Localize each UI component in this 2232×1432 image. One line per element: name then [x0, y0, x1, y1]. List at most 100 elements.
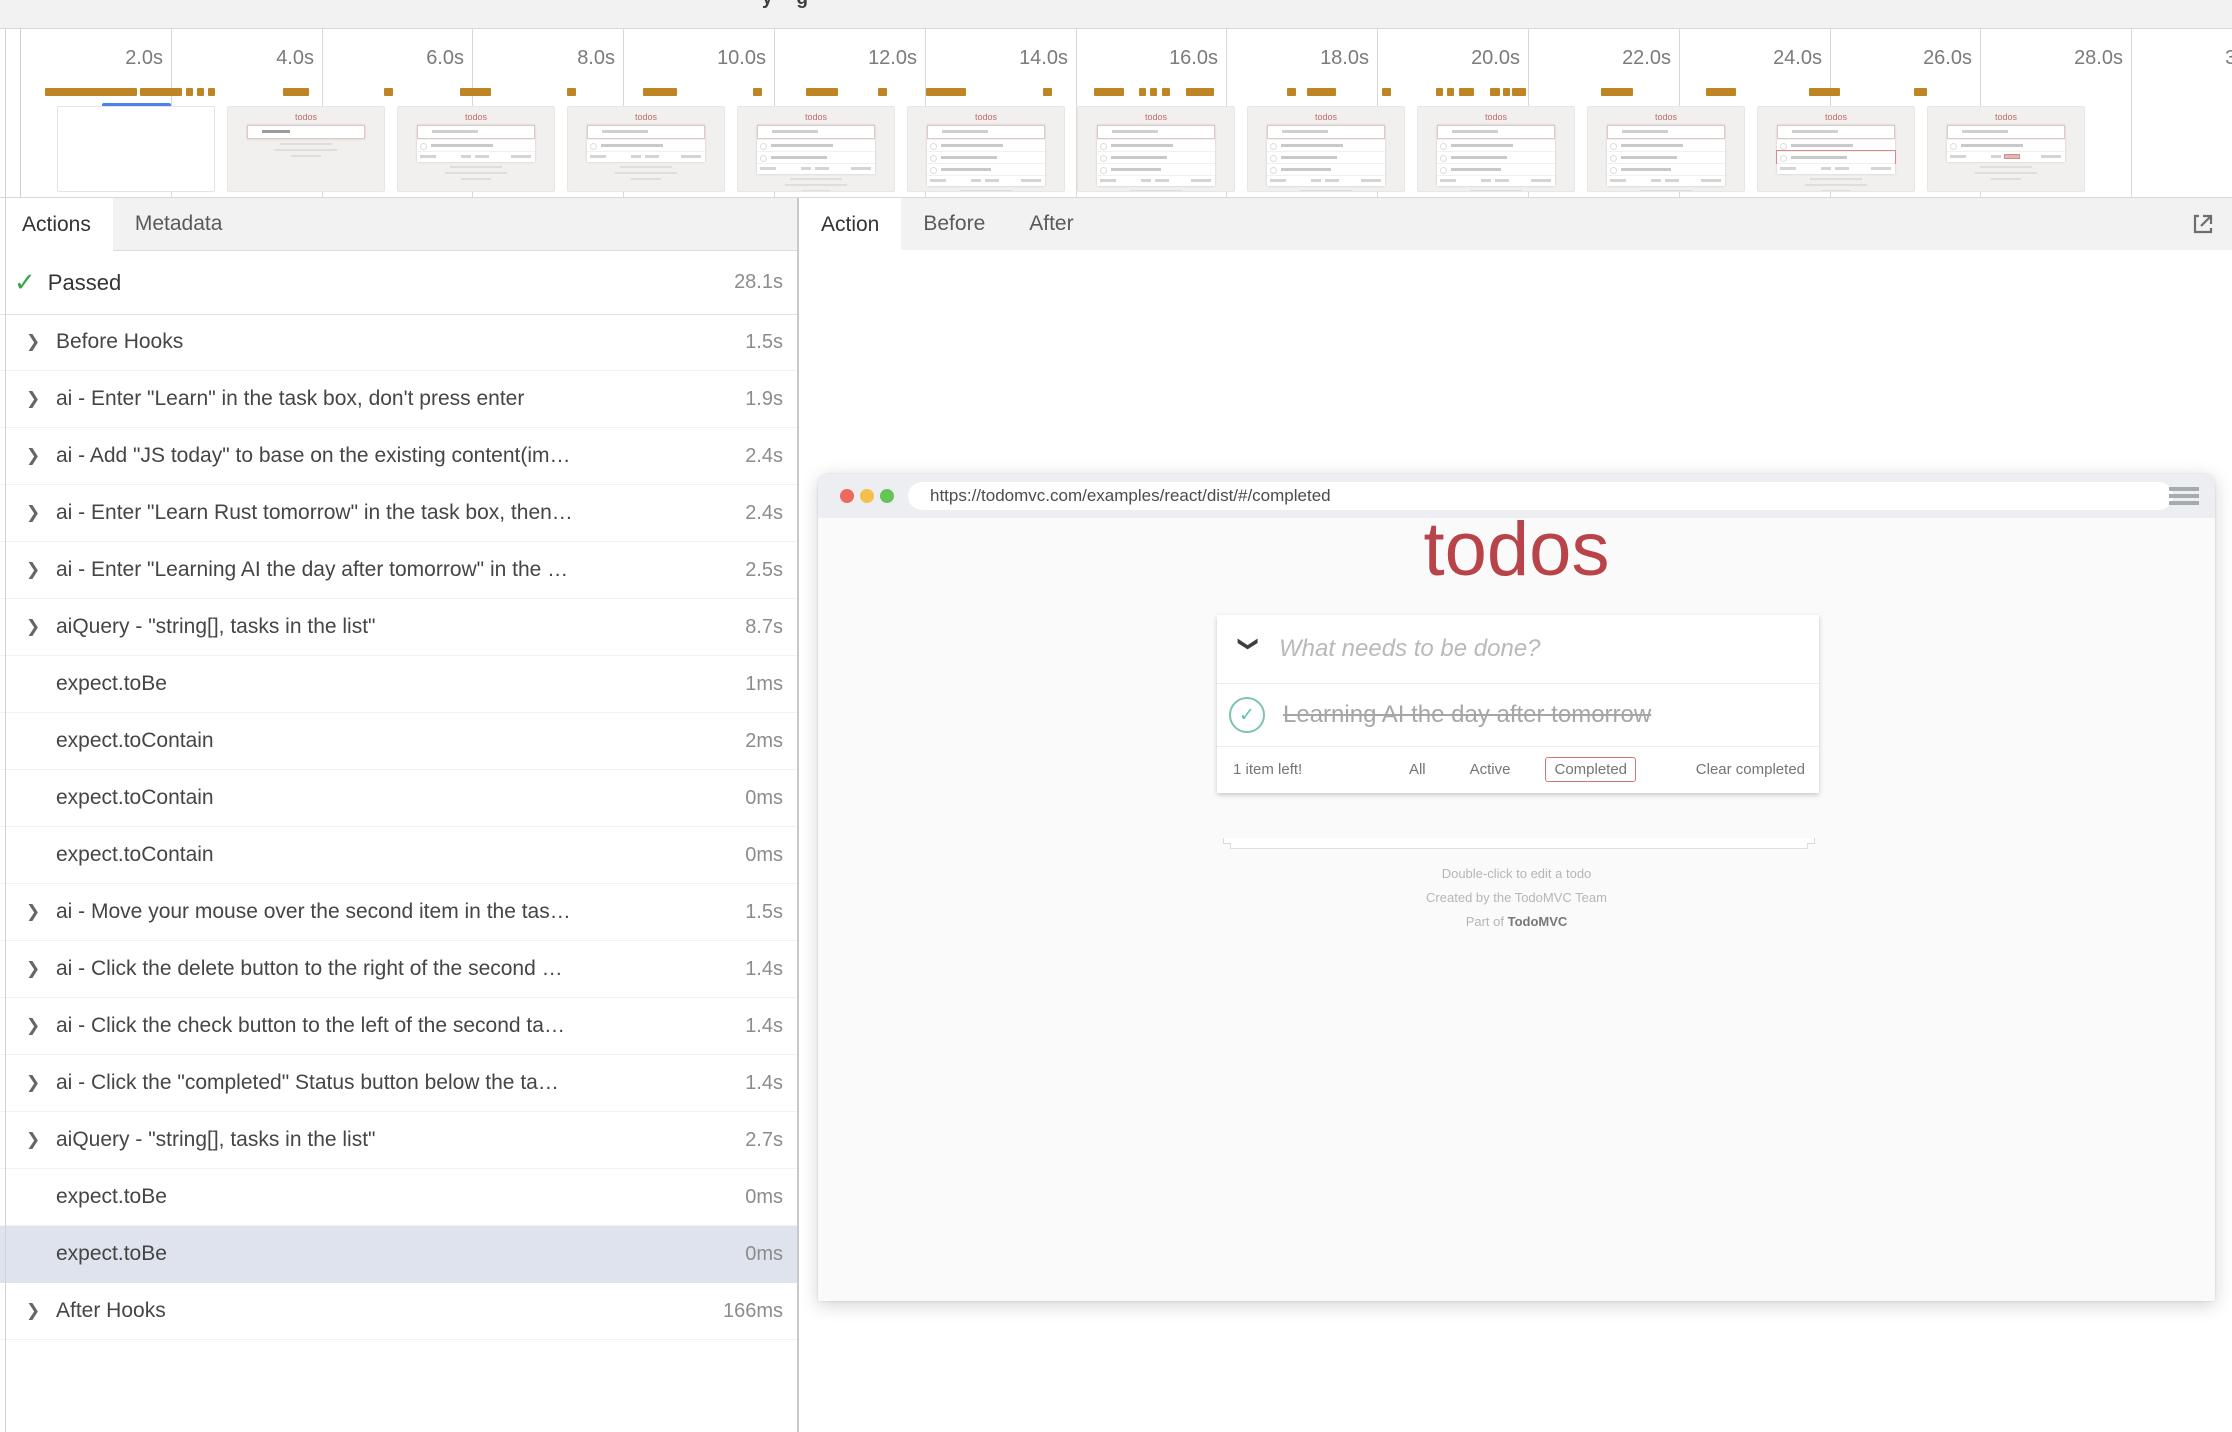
action-label: ai - Move your mouse over the second ite… [56, 900, 737, 924]
filter-completed[interactable]: Completed [1545, 757, 1636, 782]
action-row[interactable]: expect.toBe1ms [0, 656, 797, 713]
action-row[interactable]: ❯Before Hooks1.5s [0, 314, 797, 371]
thumbnail-todos-title: todos [908, 112, 1064, 122]
action-duration: 0ms [737, 1186, 797, 1209]
action-row[interactable]: expect.toContain2ms [0, 713, 797, 770]
action-duration: 1.4s [737, 958, 797, 981]
todo-footer: 1 item left! AllActiveCompleted Clear co… [1217, 747, 1819, 793]
thumbnail-page-footer-line [1821, 190, 1851, 192]
filmstrip-thumbnail[interactable]: todos [1417, 106, 1575, 192]
action-row[interactable]: ❯ai - Add "JS today" to base on the exis… [0, 428, 797, 485]
action-row[interactable]: ❯aiQuery - "string[], tasks in the list"… [0, 599, 797, 656]
expand-chevron-icon[interactable]: ❯ [26, 446, 56, 466]
menu-icon[interactable] [2169, 487, 2199, 508]
passed-check-icon: ✓ [14, 267, 36, 298]
filmstrip-thumbnail[interactable]: todos [1757, 106, 1915, 192]
filmstrip-thumbnail[interactable]: todos [1587, 106, 1745, 192]
thumbnail-todo-text [1281, 168, 1331, 171]
tab-action[interactable]: Action [799, 198, 901, 251]
action-label: expect.toContain [56, 843, 737, 867]
timeline-activity-mark [283, 88, 309, 96]
tab-after[interactable]: After [1007, 198, 1095, 250]
thumbnail-todo-row [757, 139, 875, 151]
action-label: After Hooks [56, 1299, 715, 1323]
filmstrip-thumbnail[interactable] [57, 106, 215, 192]
thumbnail-input [1947, 125, 2065, 139]
action-duration: 8.7s [737, 616, 797, 639]
thumbnail-page-footer-line [291, 155, 321, 157]
filmstrip-thumbnail[interactable]: todos [1927, 106, 2085, 192]
thumbnail-app-card [757, 125, 875, 174]
action-row[interactable]: ❯aiQuery - "string[], tasks in the list"… [0, 1112, 797, 1169]
tab-before[interactable]: Before [901, 198, 1007, 250]
thumbnail-app-card [1097, 125, 1215, 186]
card-stack-edge [1230, 843, 1808, 849]
thumbnail-page-footer-line [960, 190, 1012, 192]
expand-chevron-icon[interactable]: ❯ [26, 1073, 56, 1093]
tab-metadata[interactable]: Metadata [113, 198, 245, 250]
action-row[interactable]: ❯After Hooks166ms [0, 1283, 797, 1340]
thumbnail-app-card [1607, 125, 1725, 186]
thumbnail-app-card [1267, 125, 1385, 186]
action-label: ai - Click the "completed" Status button… [56, 1071, 737, 1095]
thumbnail-input-text [1792, 130, 1838, 133]
expand-chevron-icon[interactable]: ❯ [26, 1301, 56, 1321]
filter-all[interactable]: All [1400, 757, 1435, 782]
open-snapshot-external-icon[interactable] [2188, 209, 2218, 239]
filter-active[interactable]: Active [1461, 757, 1520, 782]
thumbnail-todo-check [1440, 167, 1447, 174]
thumbnail-todos-title: todos [228, 112, 384, 122]
thumbnail-todos-title: todos [568, 112, 724, 122]
action-row[interactable]: expect.toContain0ms [0, 827, 797, 884]
action-row[interactable]: ❯ai - Enter "Learn Rust tomorrow" in the… [0, 485, 797, 542]
timeline[interactable]: 2.0s4.0s6.0s8.0s10.0s12.0s14.0s16.0s18.0… [0, 29, 2232, 198]
todo-completed-check-icon[interactable]: ✓ [1229, 697, 1265, 733]
action-row[interactable]: expect.toBe0ms [0, 1226, 797, 1283]
action-duration: 0ms [737, 844, 797, 867]
thumbnail-page-footer-line [1810, 178, 1862, 180]
action-label: ai - Click the delete button to the righ… [56, 957, 737, 981]
timeline-activity-mark [1186, 88, 1214, 96]
action-label: aiQuery - "string[], tasks in the list" [56, 1128, 737, 1152]
filmstrip-thumbnail[interactable]: todos [1247, 106, 1405, 192]
action-row[interactable]: ❯ai - Enter "Learning AI the day after t… [0, 542, 797, 599]
action-row[interactable]: expect.toBe0ms [0, 1169, 797, 1226]
expand-chevron-icon[interactable]: ❯ [26, 560, 56, 580]
filmstrip-thumbnail[interactable]: todos [397, 106, 555, 192]
tab-actions[interactable]: Actions [0, 198, 113, 251]
timeline-activity-mark [140, 88, 182, 96]
timeline-tick-label: 6.0s [304, 47, 464, 70]
expand-chevron-icon[interactable]: ❯ [26, 1130, 56, 1150]
thumbnail-input [1097, 125, 1215, 139]
action-label: ai - Click the check button to the left … [56, 1014, 737, 1038]
filmstrip-thumbnail[interactable]: todos [567, 106, 725, 192]
timeline-activity-mark [753, 88, 762, 96]
action-row[interactable]: ❯ai - Click the "completed" Status butto… [0, 1055, 797, 1112]
action-row[interactable]: expect.toContain0ms [0, 770, 797, 827]
expand-chevron-icon[interactable]: ❯ [26, 959, 56, 979]
action-row[interactable]: ❯ai - Move your mouse over the second it… [0, 884, 797, 941]
new-todo-input[interactable]: What needs to be done? [1279, 635, 1541, 663]
expand-chevron-icon[interactable]: ❯ [26, 617, 56, 637]
expand-chevron-icon[interactable]: ❯ [26, 902, 56, 922]
thumbnail-todo-check [590, 143, 597, 150]
filmstrip-thumbnail[interactable]: todos [907, 106, 1065, 192]
action-row[interactable]: ❯ai - Click the delete button to the rig… [0, 941, 797, 998]
clear-completed-button[interactable]: Clear completed [1696, 761, 1805, 778]
expand-chevron-icon[interactable]: ❯ [26, 503, 56, 523]
thumbnail-page-footer-line [280, 143, 332, 145]
expand-chevron-icon[interactable]: ❯ [26, 1016, 56, 1036]
filmstrip-thumbnail[interactable]: todos [227, 106, 385, 192]
filmstrip-thumbnail[interactable]: todos [1077, 106, 1235, 192]
thumbnail-app-card [1437, 125, 1555, 186]
expand-chevron-icon[interactable]: ❯ [26, 389, 56, 409]
filmstrip-thumbnail[interactable]: todos [737, 106, 895, 192]
expand-chevron-icon[interactable]: ❯ [26, 332, 56, 352]
toggle-all-chevron-icon[interactable]: ❯ [1237, 635, 1262, 663]
action-row[interactable]: ❯ai - Enter "Learn" in the task box, don… [0, 371, 797, 428]
timeline-activity-mark [1287, 88, 1296, 96]
thumbnail-todo-row [1607, 151, 1725, 163]
thumbnail-app-card [1777, 125, 1895, 174]
thumbnail-todo-text [771, 144, 833, 147]
action-row[interactable]: ❯ai - Click the check button to the left… [0, 998, 797, 1055]
